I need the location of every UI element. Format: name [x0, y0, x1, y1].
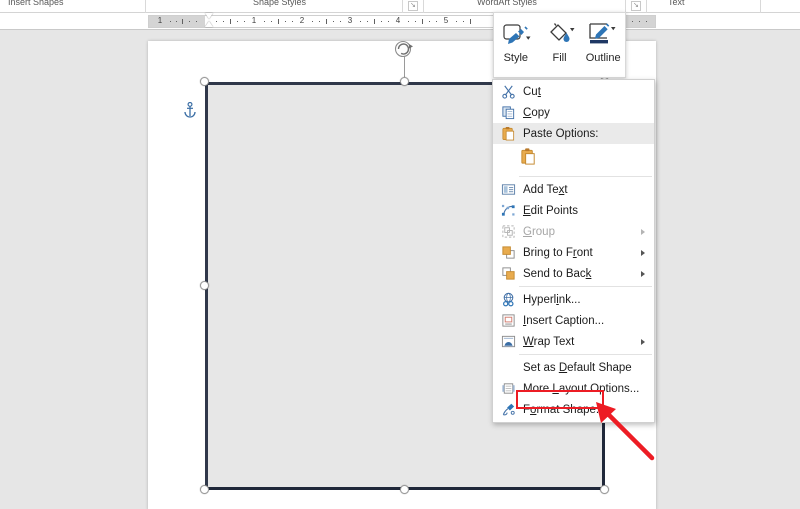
ruler-number: 2: [299, 16, 305, 25]
context-menu-label-paste-options: Paste Options:: [523, 127, 599, 140]
shape-outline-icon: [587, 19, 619, 49]
ruler-number: 3: [347, 16, 353, 25]
ribbon-divider: [402, 0, 403, 13]
resize-handle-top-center[interactable]: [400, 77, 409, 86]
shape-context-menu[interactable]: Cut Copy Paste Options: Add Text Edit Po…: [492, 79, 655, 423]
mini-toolbar-fill-label: Fill: [552, 52, 567, 64]
ribbon-group-insert-shapes: Insert Shapes: [8, 0, 64, 7]
context-menu-label-copy: Copy: [523, 106, 550, 119]
context-menu-item-bring-to-front[interactable]: Bring to Front: [493, 242, 654, 263]
send-to-back-icon: [497, 265, 519, 283]
mini-toolbar-fill-button[interactable]: Fill: [538, 19, 582, 64]
ruler-number: 1: [251, 16, 257, 25]
word-document-window: Insert Shapes Shape Styles WordArt Style…: [0, 0, 800, 509]
paste-options-gallery[interactable]: [493, 144, 654, 174]
paste-icon: [497, 125, 519, 143]
context-menu-label-edit-points: Edit Points: [523, 204, 578, 217]
dialog-launcher-icon[interactable]: ↘: [408, 1, 418, 11]
ribbon-divider: [423, 0, 424, 13]
menu-separator: [519, 286, 652, 287]
context-menu-item-send-to-back[interactable]: Send to Back: [493, 263, 654, 284]
horizontal-ruler[interactable]: 1 1 2 3 4 5 7: [0, 13, 800, 30]
format-shape-icon: [497, 401, 519, 419]
context-menu-item-edit-points[interactable]: Edit Points: [493, 200, 654, 221]
context-menu-item-paste-options[interactable]: Paste Options:: [493, 123, 654, 144]
ruler-number: 5: [443, 16, 449, 25]
ribbon-group-labels: Insert Shapes Shape Styles WordArt Style…: [0, 0, 800, 13]
copy-icon: [497, 104, 519, 122]
edit-points-icon: [497, 202, 519, 220]
scissors-icon: [497, 83, 519, 101]
context-menu-label-bring-to-front: Bring to Front: [523, 246, 593, 259]
mini-toolbar-style-label: Style: [503, 52, 529, 64]
resize-handle-bottom-right[interactable]: [600, 485, 609, 494]
mini-toolbar-style-button[interactable]: Style: [494, 19, 538, 64]
submenu-arrow-icon: [641, 338, 645, 345]
context-menu-label-hyperlink: Hyperlink...: [523, 293, 581, 306]
ribbon-group-shape-styles: Shape Styles: [253, 0, 307, 7]
mini-toolbar-outline-label: Outline: [585, 52, 621, 64]
context-menu-label-set-as-default-shape: Set as Default Shape: [523, 361, 632, 374]
ribbon-group-text: Text: [668, 0, 685, 7]
ribbon-divider: [646, 0, 647, 13]
context-menu-item-add-text[interactable]: Add Text: [493, 179, 654, 200]
ruler-tick-marks: 1 1 2 3 4 5 7: [0, 15, 800, 28]
context-menu-label-insert-caption: Insert Caption...: [523, 314, 605, 327]
context-menu-label-group: Group: [523, 225, 555, 238]
ribbon-divider: [145, 0, 146, 13]
mini-toolbar-outline-button[interactable]: Outline: [581, 19, 625, 64]
ruler-number: 1: [157, 16, 163, 25]
group-icon: [497, 223, 519, 241]
mini-toolbar[interactable]: Style Fill Outline: [493, 12, 626, 78]
insert-caption-icon: [497, 312, 519, 330]
resize-handle-bottom-left[interactable]: [200, 485, 209, 494]
annotation-red-arrow: [588, 396, 658, 464]
layout-options-icon: [497, 380, 519, 398]
menu-separator: [519, 354, 652, 355]
shape-style-icon: [501, 19, 531, 49]
context-menu-label-wrap-text: Wrap Text: [523, 335, 575, 348]
paste-keep-source-formatting-icon[interactable]: [519, 147, 538, 171]
ribbon-divider: [760, 0, 761, 13]
submenu-arrow-icon: [641, 270, 645, 277]
context-menu-label-cut: Cut: [523, 85, 541, 98]
ribbon-group-wordart-styles: WordArt Styles: [477, 0, 537, 7]
left-indent-marker[interactable]: [205, 13, 214, 28]
submenu-arrow-icon: [641, 228, 645, 235]
context-menu-label-send-to-back: Send to Back: [523, 267, 592, 280]
context-menu-item-cut[interactable]: Cut: [493, 81, 654, 102]
context-menu-item-wrap-text[interactable]: Wrap Text: [493, 331, 654, 352]
wrap-text-icon: [497, 333, 519, 351]
hyperlink-icon: [497, 291, 519, 309]
dialog-launcher-icon[interactable]: ↘: [631, 1, 641, 11]
context-menu-item-copy[interactable]: Copy: [493, 102, 654, 123]
context-menu-label-more-layout-options: More Layout Options...: [523, 382, 640, 395]
context-menu-item-hyperlink[interactable]: Hyperlink...: [493, 289, 654, 310]
shape-fill-icon: [545, 19, 575, 49]
context-menu-item-group[interactable]: Group: [493, 221, 654, 242]
context-menu-label-add-text: Add Text: [523, 183, 568, 196]
bring-to-front-icon: [497, 244, 519, 262]
submenu-arrow-icon: [641, 249, 645, 256]
object-anchor-icon: [183, 101, 197, 118]
ruler-number: 4: [395, 16, 401, 25]
menu-separator: [519, 176, 652, 177]
add-text-icon: [497, 181, 519, 199]
resize-handle-top-left[interactable]: [200, 77, 209, 86]
context-menu-item-set-as-default-shape[interactable]: Set as Default Shape: [493, 357, 654, 378]
resize-handle-middle-left[interactable]: [200, 281, 209, 290]
context-menu-item-insert-caption[interactable]: Insert Caption...: [493, 310, 654, 331]
rotate-handle[interactable]: [393, 38, 415, 60]
resize-handle-bottom-center[interactable]: [400, 485, 409, 494]
no-icon: [497, 359, 519, 377]
